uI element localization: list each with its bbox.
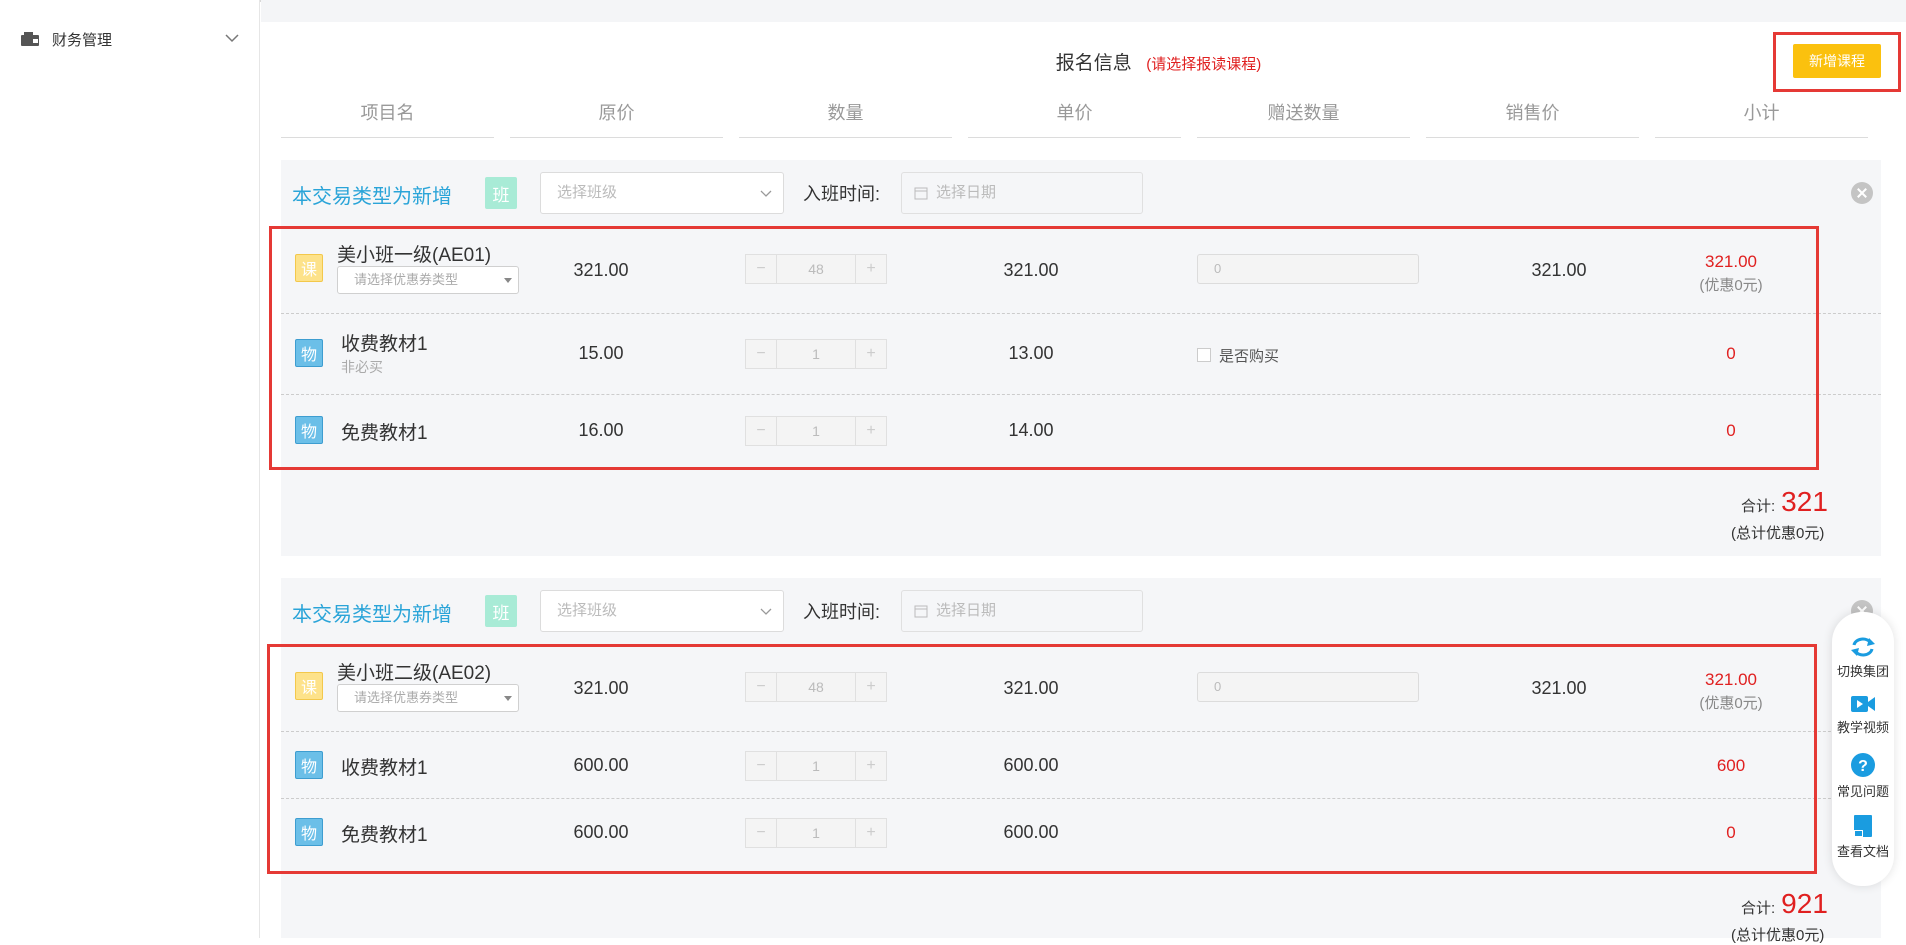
sidebar-item-finance[interactable]: 财务管理	[20, 26, 240, 52]
group-total: 合计: 321	[1741, 486, 1828, 518]
wallet-icon	[20, 31, 40, 47]
floating-toolbar: 切换集团 教学视频 ? 常见问题 查看文档	[1832, 612, 1894, 886]
group-header: 本交易类型为新增 班 选择班级 入班时间: 选择日期	[281, 578, 1881, 643]
tool-label: 查看文档	[1836, 844, 1889, 859]
header-quantity: 数量	[739, 98, 952, 138]
class-badge: 班	[485, 177, 517, 209]
date-placeholder: 选择日期	[936, 602, 997, 619]
date-picker[interactable]: 选择日期	[901, 172, 1143, 214]
class-select-placeholder: 选择班级	[557, 184, 618, 201]
transaction-type-label: 本交易类型为新增	[292, 186, 452, 208]
page-title: 报名信息	[1055, 53, 1132, 74]
header-sale-price: 销售价	[1426, 98, 1639, 138]
class-badge: 班	[485, 595, 517, 627]
chevron-down-icon	[224, 30, 240, 46]
tutorial-video-button[interactable]: 教学视频	[1832, 694, 1894, 737]
tool-label: 常见问题	[1836, 784, 1889, 799]
header-original-price: 原价	[510, 98, 723, 138]
chevron-down-icon	[760, 608, 772, 615]
group-total: 合计: 921	[1741, 888, 1828, 920]
class-select-placeholder: 选择班级	[557, 602, 618, 619]
highlight-box-group-2	[267, 644, 1817, 874]
faq-button[interactable]: ? 常见问题	[1832, 752, 1894, 801]
total-value: 321	[1781, 486, 1828, 517]
header-gift-quantity: 赠送数量	[1197, 98, 1410, 138]
title-note: (请选择报读课程)	[1146, 56, 1262, 73]
view-docs-button[interactable]: 查看文档	[1832, 814, 1894, 861]
main-content: 报名信息 (请选择报读课程) 新增课程 项目名 原价 数量 单价 赠送数量 销售…	[261, 0, 1906, 944]
header-subtotal: 小计	[1655, 98, 1868, 138]
header-unit-price: 单价	[968, 98, 1181, 138]
date-placeholder: 选择日期	[936, 184, 997, 201]
question-icon: ?	[1851, 753, 1875, 777]
switch-icon	[1851, 637, 1875, 657]
class-select[interactable]: 选择班级	[540, 590, 784, 632]
date-picker[interactable]: 选择日期	[901, 590, 1143, 632]
total-label: 合计:	[1741, 498, 1776, 515]
document-icon	[1854, 815, 1872, 837]
calendar-icon	[914, 187, 928, 200]
svg-text:?: ?	[1858, 758, 1868, 775]
total-discount-note: (总计优惠0元)	[1731, 927, 1825, 944]
tool-label: 教学视频	[1836, 720, 1889, 735]
chevron-down-icon	[760, 190, 772, 197]
total-value: 921	[1781, 888, 1828, 919]
total-label: 合计:	[1741, 900, 1776, 917]
add-course-button[interactable]: 新增课程	[1793, 44, 1881, 78]
highlight-box-group-1	[269, 226, 1819, 470]
total-discount-note: (总计优惠0元)	[1731, 525, 1825, 542]
sidebar-item-label: 财务管理	[52, 31, 113, 49]
remove-group-button[interactable]	[1851, 182, 1873, 204]
header-item-name: 项目名	[281, 98, 494, 138]
transaction-type-label: 本交易类型为新增	[292, 604, 452, 626]
sidebar: 财务管理	[0, 0, 260, 938]
calendar-icon	[914, 605, 928, 618]
switch-group-button[interactable]: 切换集团	[1832, 636, 1894, 681]
form-title-wrap: 报名信息 (请选择报读课程)	[261, 48, 1906, 75]
video-icon	[1851, 696, 1875, 712]
tool-label: 切换集团	[1836, 664, 1889, 679]
class-select[interactable]: 选择班级	[540, 172, 784, 214]
enter-class-time-label: 入班时间:	[803, 184, 881, 204]
group-header: 本交易类型为新增 班 选择班级 入班时间: 选择日期	[281, 160, 1881, 225]
table-header: 项目名 原价 数量 单价 赠送数量 销售价 小计	[281, 98, 1881, 138]
enter-class-time-label: 入班时间:	[803, 602, 881, 622]
